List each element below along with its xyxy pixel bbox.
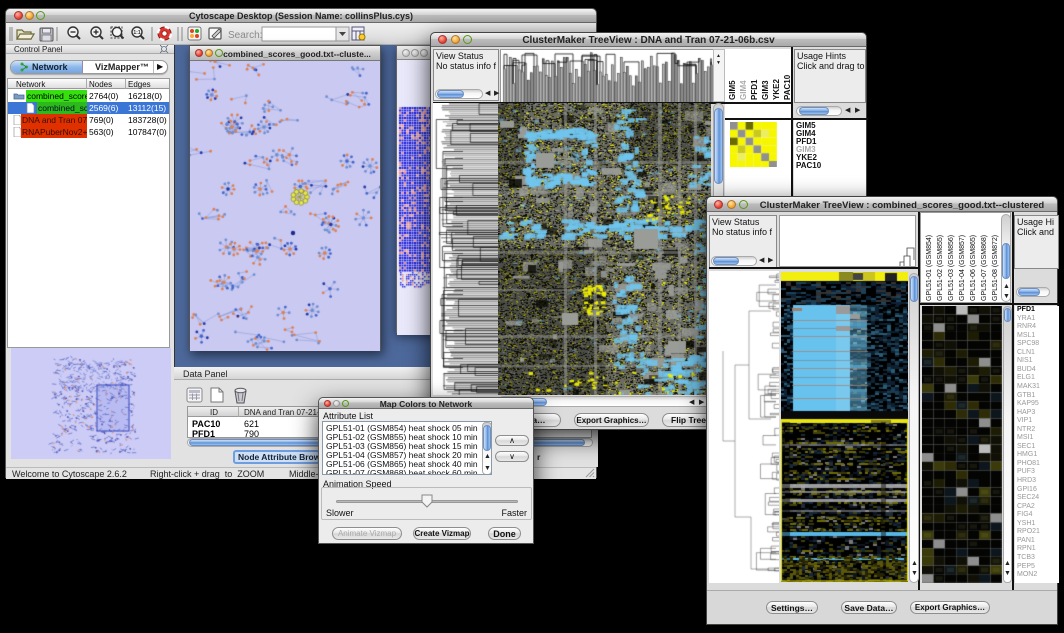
svg-text:GPL51-08 (GSM872): GPL51-08 (GSM872) <box>992 235 999 301</box>
svg-text:GPL51-07 (GSM868): GPL51-07 (GSM868) <box>981 235 988 301</box>
svg-text:GIM5: GIM5 <box>728 80 737 100</box>
svg-text:GPL51-01 (GSM854): GPL51-01 (GSM854) <box>926 235 933 301</box>
svg-text:PAC10: PAC10 <box>783 74 791 100</box>
svg-text:GIM3: GIM3 <box>761 80 770 100</box>
svg-text:GPL51-02 (GSM855): GPL51-02 (GSM855) <box>937 235 944 301</box>
svg-text:1:1: 1:1 <box>133 30 140 36</box>
svg-text:YKE2: YKE2 <box>772 79 781 100</box>
svg-text:GPL51-03 (GSM856): GPL51-03 (GSM856) <box>948 235 955 301</box>
svg-text:Search:: Search: <box>228 30 262 41</box>
svg-text:GPL51-06 (GSM865): GPL51-06 (GSM865) <box>970 235 977 301</box>
svg-text:GPL51-04 (GSM857): GPL51-04 (GSM857) <box>959 235 966 301</box>
svg-text:GIM4: GIM4 <box>739 80 748 100</box>
svg-text:PFD1: PFD1 <box>750 79 759 100</box>
